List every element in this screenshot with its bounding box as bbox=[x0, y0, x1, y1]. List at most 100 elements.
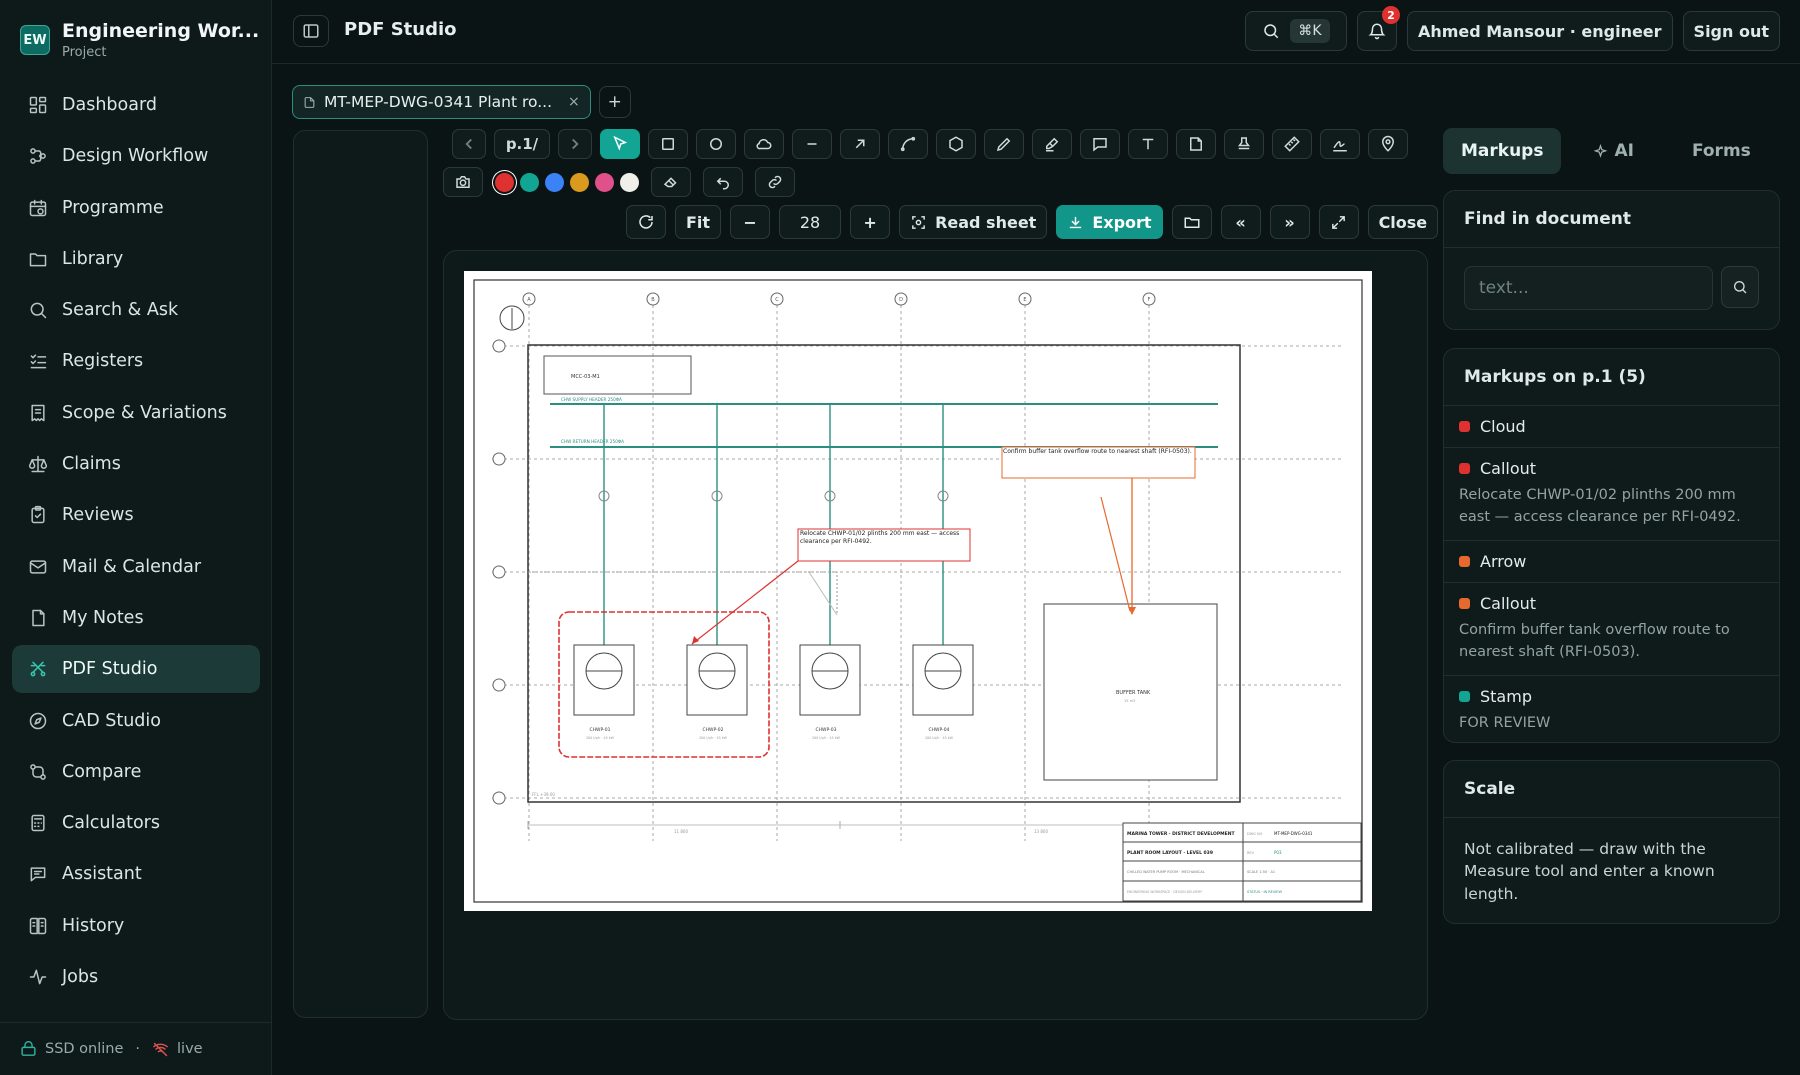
title-block-scale: SCALE 1:50 · A1 bbox=[1247, 870, 1275, 874]
markup-description: Relocate CHWP-01/02 plinths 200 mm east … bbox=[1459, 487, 1741, 526]
chevron-left-icon bbox=[460, 135, 478, 153]
add-tab-button[interactable]: + bbox=[598, 86, 631, 118]
line-tool-button[interactable] bbox=[792, 129, 832, 159]
arc-tool-button[interactable] bbox=[888, 129, 928, 159]
swatch-blue[interactable] bbox=[545, 172, 564, 192]
sidebar-item-label: Claims bbox=[62, 454, 121, 475]
tab-ai[interactable]: AI bbox=[1571, 128, 1655, 174]
pin-tool-button[interactable] bbox=[1368, 129, 1408, 159]
ellipse-tool-button[interactable] bbox=[696, 129, 736, 159]
mcc-label: MCC-03-M1 bbox=[571, 374, 600, 380]
note-tool-button[interactable] bbox=[1176, 129, 1216, 159]
page-indicator[interactable]: p.1/ bbox=[494, 129, 550, 159]
sidebar-item-reviews[interactable]: Reviews bbox=[12, 491, 260, 539]
prev-page-button[interactable] bbox=[452, 129, 486, 159]
sidebar-item-claims[interactable]: Claims bbox=[12, 440, 260, 488]
markup-item[interactable]: Callout Relocate CHWP-01/02 plinths 200 m… bbox=[1444, 448, 1779, 541]
link-button[interactable] bbox=[755, 167, 795, 197]
sidebar-item-jobs[interactable]: Jobs bbox=[12, 953, 260, 1001]
eraser-button[interactable] bbox=[651, 167, 691, 197]
scan-icon bbox=[910, 214, 927, 231]
user-menu[interactable]: Ahmed Mansour · engineer bbox=[1406, 11, 1673, 51]
callout-tool-button[interactable] bbox=[1080, 129, 1120, 159]
close-tab-icon[interactable]: × bbox=[568, 94, 580, 110]
sidebar-item-registers[interactable]: Registers bbox=[12, 337, 260, 385]
sticky-note-icon bbox=[1187, 135, 1205, 153]
find-button[interactable] bbox=[1721, 266, 1759, 308]
sidebar-item-library[interactable]: Library bbox=[12, 235, 260, 283]
markup-item[interactable]: Arrow bbox=[1444, 541, 1779, 583]
sidebar-item-programme[interactable]: Programme bbox=[12, 184, 260, 232]
tab-markups[interactable]: Markups bbox=[1443, 128, 1562, 174]
workflow-icon bbox=[28, 146, 48, 166]
notification-count-badge: 2 bbox=[1381, 6, 1400, 24]
sidebar-item-scope-variations[interactable]: Scope & Variations bbox=[12, 389, 260, 437]
first-page-button[interactable]: « bbox=[1220, 205, 1261, 239]
search-icon bbox=[28, 300, 48, 320]
zoom-out-button[interactable]: − bbox=[730, 205, 771, 239]
export-button[interactable]: Export bbox=[1056, 205, 1163, 239]
hexagon-icon bbox=[947, 135, 965, 153]
last-page-button[interactable]: » bbox=[1269, 205, 1310, 239]
notifications-button[interactable]: 2 bbox=[1356, 6, 1400, 51]
sidebar-item-label: Dashboard bbox=[62, 95, 157, 115]
select-tool-button[interactable] bbox=[600, 129, 640, 159]
swatch-white[interactable] bbox=[620, 172, 639, 192]
highlighter-tool-button[interactable] bbox=[1032, 129, 1072, 159]
swatch-amber[interactable] bbox=[570, 172, 589, 192]
fit-button[interactable]: Fit bbox=[675, 205, 722, 239]
sidebar-item-history[interactable]: History bbox=[12, 902, 260, 950]
pdf-viewer[interactable]: A B C D E F MCC-03-M1 CHW SUPPLY HEADER … bbox=[443, 250, 1428, 1020]
markup-item[interactable]: Callout Confirm buffer tank overflow rout… bbox=[1444, 583, 1779, 676]
sidebar-item-calculators[interactable]: Calculators bbox=[12, 799, 260, 847]
workspace-switcher[interactable]: EW Engineering Wor... Project bbox=[20, 20, 259, 60]
next-page-button[interactable] bbox=[558, 129, 592, 159]
rotate-button[interactable] bbox=[626, 205, 666, 239]
sidebar-item-search-ask[interactable]: Search & Ask bbox=[12, 286, 260, 334]
dimension-label: 11 800 bbox=[674, 829, 688, 834]
sidebar-toggle-button[interactable] bbox=[293, 15, 329, 47]
arrow-tool-button[interactable] bbox=[840, 129, 880, 159]
grid-label: B bbox=[651, 297, 655, 303]
polygon-tool-button[interactable] bbox=[936, 129, 976, 159]
close-document-button[interactable]: Close bbox=[1367, 205, 1439, 239]
swatch-pink[interactable] bbox=[595, 172, 614, 192]
pen-tool-button[interactable] bbox=[984, 129, 1024, 159]
markup-item[interactable]: Cloud bbox=[1444, 406, 1779, 448]
cloud-tool-button[interactable] bbox=[744, 129, 784, 159]
stamp-tool-button[interactable] bbox=[1224, 129, 1264, 159]
signature-tool-button[interactable] bbox=[1320, 129, 1360, 159]
text-tool-button[interactable] bbox=[1128, 129, 1168, 159]
rectangle-tool-button[interactable] bbox=[648, 129, 688, 159]
swatch-teal[interactable] bbox=[520, 172, 539, 192]
measure-tool-button[interactable] bbox=[1272, 129, 1312, 159]
zoom-in-button[interactable]: + bbox=[850, 205, 891, 239]
sidebar-item-design-workflow[interactable]: Design Workflow bbox=[12, 132, 260, 180]
zoom-level[interactable]: 28 bbox=[779, 205, 842, 239]
markup-item[interactable]: Stamp FOR REVIEW bbox=[1444, 676, 1779, 745]
document-tab[interactable]: MT-MEP-DWG-0341 Plant ro... × bbox=[292, 85, 591, 119]
sidebar-item-compare[interactable]: Compare bbox=[12, 748, 260, 796]
snapshot-button[interactable] bbox=[443, 167, 483, 197]
sidebar-item-mail-calendar[interactable]: Mail & Calendar bbox=[12, 543, 260, 591]
swatch-red[interactable] bbox=[495, 172, 514, 192]
fullscreen-button[interactable] bbox=[1318, 205, 1359, 239]
sidebar-item-my-notes[interactable]: My Notes bbox=[12, 594, 260, 642]
sidebar-item-dashboard[interactable]: Dashboard bbox=[12, 81, 260, 129]
command-search-button[interactable]: ⌘K bbox=[1244, 11, 1347, 51]
document-tabs: MT-MEP-DWG-0341 Plant ro... × + bbox=[292, 85, 631, 119]
open-file-button[interactable] bbox=[1171, 205, 1212, 239]
sidebar-item-pdf-studio[interactable]: PDF Studio bbox=[12, 645, 260, 694]
title-block-rev: P03 bbox=[1274, 850, 1282, 855]
undo-button[interactable] bbox=[703, 167, 743, 197]
sidebar-item-assistant[interactable]: Assistant bbox=[12, 850, 260, 898]
scale-title: Scale bbox=[1444, 761, 1779, 818]
sidebar-nav: Dashboard Design Workflow Programme Library… bbox=[12, 81, 260, 1004]
tab-forms[interactable]: Forms bbox=[1666, 128, 1777, 174]
read-sheet-button[interactable]: Read sheet bbox=[899, 205, 1048, 239]
sidebar-item-cad-studio[interactable]: CAD Studio bbox=[12, 697, 260, 745]
sign-out-button[interactable]: Sign out bbox=[1682, 11, 1780, 51]
drawing-sheet[interactable]: A B C D E F MCC-03-M1 CHW SUPPLY HEADER … bbox=[464, 271, 1372, 911]
top-bar: PDF Studio ⌘K 2 Ahmed Mansour · engineer… bbox=[272, 0, 1800, 64]
find-input[interactable] bbox=[1464, 266, 1713, 310]
